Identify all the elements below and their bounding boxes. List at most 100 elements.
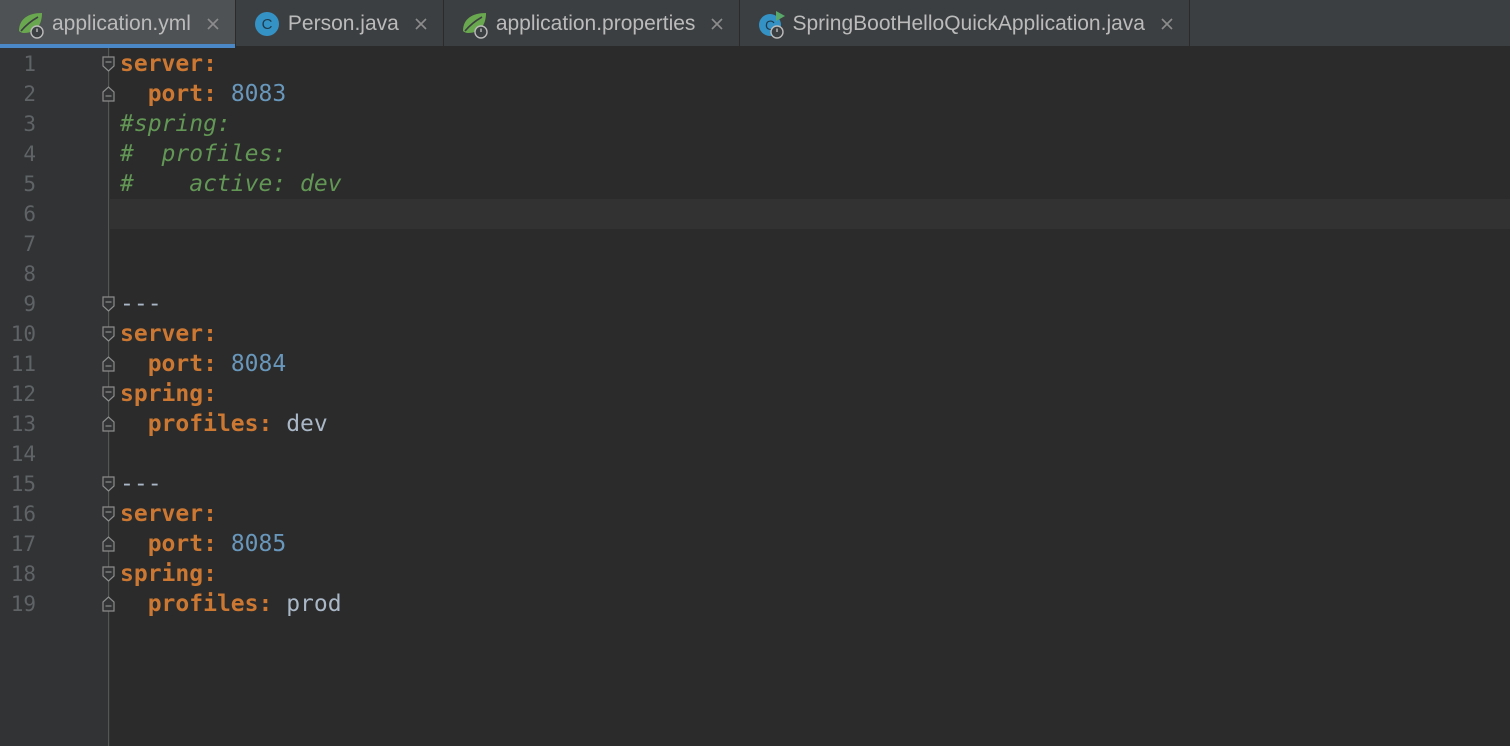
yaml-document-separator: ---: [120, 291, 162, 317]
line-number: 12: [10, 382, 36, 406]
line-number: 11: [10, 352, 36, 376]
yaml-key: server:: [120, 321, 217, 347]
yaml-key: profiles:: [147, 591, 273, 617]
tab-label: SpringBootHelloQuickApplication.java: [792, 11, 1145, 35]
line-number: 18: [10, 562, 36, 586]
editor-tab-bar: application.yml C Person.java applicatio…: [0, 0, 1510, 48]
line-number: 15: [10, 472, 36, 496]
code-line[interactable]: 19 profiles: prod: [0, 589, 1510, 619]
yaml-key: port:: [147, 81, 217, 107]
java-class-icon: C: [254, 11, 279, 36]
code-text: spring:: [120, 559, 217, 589]
fold-start-icon[interactable]: [101, 566, 116, 582]
fold-end-icon[interactable]: [101, 416, 116, 432]
code-line[interactable]: 12 spring:: [0, 379, 1510, 409]
yaml-value: 8085: [230, 531, 287, 557]
yaml-document-separator: ---: [120, 471, 162, 497]
tab-label: application.yml: [52, 11, 191, 35]
line-number: 3: [23, 112, 36, 136]
line-number: 7: [23, 232, 36, 256]
yaml-value: 8084: [230, 351, 287, 377]
code-text: # active: dev: [120, 169, 342, 199]
code-text: ---: [120, 469, 162, 499]
fold-end-icon[interactable]: [101, 596, 116, 612]
code-text: # profiles:: [120, 139, 286, 169]
yaml-key: spring:: [120, 561, 217, 587]
tab-application-yml[interactable]: application.yml: [0, 0, 236, 48]
yaml-value: dev: [286, 411, 328, 437]
yaml-key: port:: [147, 351, 217, 377]
spring-config-icon: [462, 12, 488, 39]
line-number: 1: [23, 52, 36, 76]
close-icon[interactable]: [205, 16, 221, 32]
code-text: port: 8085: [120, 529, 287, 559]
yaml-key: server:: [120, 51, 217, 77]
code-line[interactable]: 3 #spring:: [0, 109, 1510, 139]
code-text: spring:: [120, 379, 217, 409]
code-line[interactable]: 10 server:: [0, 319, 1510, 349]
tab-application-properties[interactable]: application.properties: [444, 0, 741, 47]
yaml-key: port:: [147, 531, 217, 557]
line-number: 10: [10, 322, 36, 346]
code-line[interactable]: 14: [0, 439, 1510, 469]
line-number: 14: [10, 442, 36, 466]
fold-start-icon[interactable]: [101, 296, 116, 312]
code-line[interactable]: 4 # profiles:: [0, 139, 1510, 169]
tab-person-java[interactable]: C Person.java: [236, 0, 444, 47]
code-text: ---: [120, 289, 162, 319]
line-number: 6: [23, 202, 36, 226]
code-text: server:: [120, 319, 217, 349]
tab-label: Person.java: [287, 11, 399, 35]
tab-label: application.properties: [495, 11, 696, 35]
line-number: 5: [23, 172, 36, 196]
fold-end-icon[interactable]: [101, 356, 116, 372]
code-line[interactable]: 18 spring:: [0, 559, 1510, 589]
fold-end-icon[interactable]: [101, 536, 116, 552]
yaml-comment: # active: dev: [120, 171, 342, 197]
code-text: #spring:: [120, 109, 231, 139]
yaml-key: server:: [120, 501, 217, 527]
line-number: 2: [23, 82, 36, 106]
code-line[interactable]: 5 # active: dev: [0, 169, 1510, 199]
code-line[interactable]: 7: [0, 229, 1510, 259]
code-text: profiles: dev: [120, 409, 328, 439]
svg-text:C: C: [261, 16, 272, 33]
fold-start-icon[interactable]: [101, 326, 116, 342]
code-editor[interactable]: 1 server: 2 port: 8083 3 #spring: 4 # profiles…: [0, 48, 1510, 746]
line-number: 9: [23, 292, 36, 316]
line-number: 19: [10, 592, 36, 616]
code-line[interactable]: 2 port: 8083: [0, 79, 1510, 109]
code-line[interactable]: 6: [0, 199, 1510, 229]
fold-start-icon[interactable]: [101, 386, 116, 402]
code-line[interactable]: 9 ---: [0, 289, 1510, 319]
code-line[interactable]: 11 port: 8084: [0, 349, 1510, 379]
yaml-value: 8083: [230, 81, 287, 107]
spring-boot-run-icon: C: [759, 10, 786, 39]
line-number: 4: [23, 142, 36, 166]
code-text: server:: [120, 49, 217, 79]
fold-start-icon[interactable]: [101, 506, 116, 522]
close-icon[interactable]: [709, 16, 725, 32]
code-line[interactable]: 16 server:: [0, 499, 1510, 529]
line-number: 8: [23, 262, 36, 286]
close-icon[interactable]: [1159, 16, 1175, 32]
code-line[interactable]: 15 ---: [0, 469, 1510, 499]
code-text: server:: [120, 499, 217, 529]
close-icon[interactable]: [413, 16, 429, 32]
code-text: port: 8083: [120, 79, 287, 109]
fold-end-icon[interactable]: [101, 86, 116, 102]
fold-start-icon[interactable]: [101, 56, 116, 72]
yaml-key: spring:: [120, 381, 217, 407]
yaml-comment: #spring:: [120, 111, 231, 137]
code-line[interactable]: 1 server:: [0, 49, 1510, 79]
code-line[interactable]: 8: [0, 259, 1510, 289]
yaml-key: profiles:: [147, 411, 273, 437]
code-line[interactable]: 13 profiles: dev: [0, 409, 1510, 439]
tab-springboot-application[interactable]: C SpringBootHelloQuickApplication.java: [740, 0, 1190, 47]
code-text: port: 8084: [120, 349, 287, 379]
fold-start-icon[interactable]: [101, 476, 116, 492]
code-line[interactable]: 17 port: 8085: [0, 529, 1510, 559]
line-number: 13: [10, 412, 36, 436]
spring-config-icon: [19, 12, 44, 39]
line-number: 17: [10, 532, 36, 556]
